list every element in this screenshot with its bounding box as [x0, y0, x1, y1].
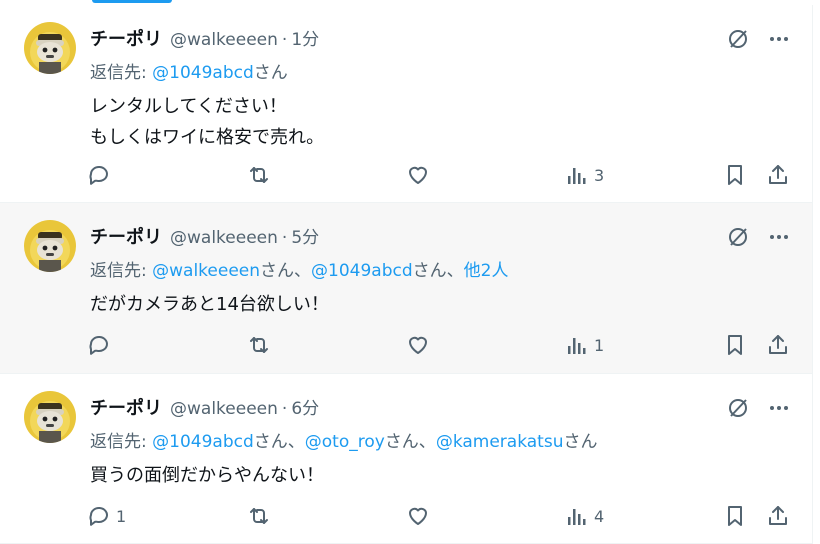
- bookmark-button[interactable]: [724, 163, 746, 187]
- share-icon: [769, 506, 787, 525]
- retweet-button[interactable]: [246, 333, 272, 357]
- reply-label: 返信先:: [90, 432, 147, 452]
- retweet-icon: [250, 508, 268, 524]
- display-name[interactable]: チーポリ: [90, 25, 162, 51]
- bookmark-icon: [728, 506, 742, 526]
- reply-mention[interactable]: @1049abcd: [311, 261, 413, 281]
- reply-suffix: さん: [253, 63, 288, 83]
- action-bar: 3: [86, 161, 796, 189]
- timestamp[interactable]: 5分: [291, 223, 319, 248]
- reply-count: 1: [116, 506, 127, 526]
- bookmark-icon: [728, 165, 742, 185]
- avatar[interactable]: [24, 391, 76, 443]
- share-icon: [769, 335, 787, 354]
- retweet-button[interactable]: [246, 163, 272, 187]
- views-count: 1: [594, 335, 605, 355]
- tweet[interactable]: チーポリ @walkeeeen · 6分 返信先: @1049abcdさん、@o…: [0, 374, 812, 544]
- share-button[interactable]: [766, 333, 790, 357]
- grok-icon[interactable]: [726, 396, 750, 420]
- tweet-text: レンタルしてください！ もしくはワイに格安で売れ。: [90, 91, 324, 153]
- tweet-text: だがカメラあと14台欲しい！: [90, 289, 329, 320]
- tweet-text: 買うの面倒だからやんない！: [90, 460, 324, 491]
- timestamp[interactable]: 6分: [291, 394, 319, 419]
- action-bar: 1: [86, 331, 796, 359]
- tweet-text-line: もしくはワイに格安で売れ。: [90, 127, 325, 148]
- reply-icon: [89, 507, 108, 526]
- like-button[interactable]: [406, 163, 430, 187]
- replying-to: 返信先: @walkeeeenさん、@1049abcdさん、他2人: [90, 256, 509, 281]
- share-icon: [769, 165, 787, 184]
- bookmark-button[interactable]: [724, 504, 746, 528]
- reply-button[interactable]: [86, 333, 116, 357]
- grok-icon[interactable]: [726, 225, 750, 249]
- like-button[interactable]: [406, 504, 430, 528]
- more-icon[interactable]: [768, 397, 790, 419]
- reply-icon: [89, 166, 108, 185]
- reply-mention[interactable]: @kamerakatsu: [436, 432, 564, 452]
- reply-others-link[interactable]: 他2人: [464, 261, 509, 281]
- views-button[interactable]: 3: [566, 164, 604, 186]
- display-name[interactable]: チーポリ: [90, 223, 162, 249]
- avatar[interactable]: [24, 220, 76, 272]
- reply-suffix: さん、: [412, 261, 464, 281]
- views-button[interactable]: 4: [566, 505, 604, 527]
- reply-mention[interactable]: @oto_roy: [305, 432, 385, 452]
- separator: ·: [281, 228, 288, 248]
- like-icon: [409, 166, 427, 184]
- replying-to: 返信先: @1049abcdさん: [90, 58, 288, 83]
- reply-thread: チーポリ @walkeeeen · 1分 返信先: @1049abcdさん レン…: [0, 5, 813, 544]
- like-icon: [409, 336, 427, 354]
- like-button[interactable]: [406, 333, 430, 357]
- reply-label: 返信先:: [90, 261, 147, 281]
- views-button[interactable]: 1: [566, 334, 604, 356]
- views-count: 4: [594, 506, 605, 526]
- bookmark-button[interactable]: [724, 333, 746, 357]
- retweet-icon: [250, 337, 268, 353]
- grok-icon[interactable]: [726, 27, 750, 51]
- tweet-text-line: だがカメラあと14台欲しい！: [90, 294, 329, 315]
- reply-button[interactable]: 1: [86, 504, 126, 528]
- reply-suffix: さん、: [260, 261, 312, 281]
- reply-mention[interactable]: @1049abcd: [152, 432, 254, 452]
- retweet-button[interactable]: [246, 504, 272, 528]
- views-icon: [568, 509, 586, 525]
- like-icon: [409, 507, 427, 525]
- tweet-text-line: レンタルしてください！: [90, 96, 287, 117]
- avatar[interactable]: [24, 22, 76, 74]
- reply-suffix: さん、: [384, 432, 436, 452]
- tweet[interactable]: チーポリ @walkeeeen · 5分 返信先: @walkeeeenさん、@…: [0, 203, 812, 374]
- bookmark-icon: [728, 335, 742, 355]
- reply-icon: [89, 336, 108, 355]
- views-count: 3: [594, 165, 605, 185]
- replying-to: 返信先: @1049abcdさん、@oto_royさん、@kamerakatsu…: [90, 427, 597, 452]
- more-icon[interactable]: [768, 226, 790, 248]
- user-handle[interactable]: @walkeeeen: [170, 228, 278, 248]
- timestamp[interactable]: 1分: [291, 25, 319, 50]
- reply-button[interactable]: [86, 163, 116, 187]
- display-name[interactable]: チーポリ: [90, 394, 162, 420]
- views-icon: [568, 338, 586, 354]
- reply-mention[interactable]: @1049abcd: [152, 63, 254, 83]
- reply-label: 返信先:: [90, 63, 147, 83]
- user-handle[interactable]: @walkeeeen: [170, 399, 278, 419]
- reply-suffix: さん: [563, 432, 598, 452]
- action-bar: 1 4: [86, 502, 796, 530]
- tab-underline: [92, 0, 172, 3]
- share-button[interactable]: [766, 163, 790, 187]
- tweet[interactable]: チーポリ @walkeeeen · 1分 返信先: @1049abcdさん レン…: [0, 5, 812, 203]
- reply-mention[interactable]: @walkeeeen: [152, 261, 260, 281]
- more-icon[interactable]: [768, 28, 790, 50]
- tweet-text-line: 買うの面倒だからやんない！: [90, 465, 324, 486]
- user-handle[interactable]: @walkeeeen: [170, 30, 278, 50]
- views-icon: [568, 168, 586, 184]
- share-button[interactable]: [766, 504, 790, 528]
- retweet-icon: [250, 167, 268, 183]
- separator: ·: [281, 30, 288, 50]
- reply-suffix: さん、: [253, 432, 305, 452]
- separator: ·: [281, 399, 288, 419]
